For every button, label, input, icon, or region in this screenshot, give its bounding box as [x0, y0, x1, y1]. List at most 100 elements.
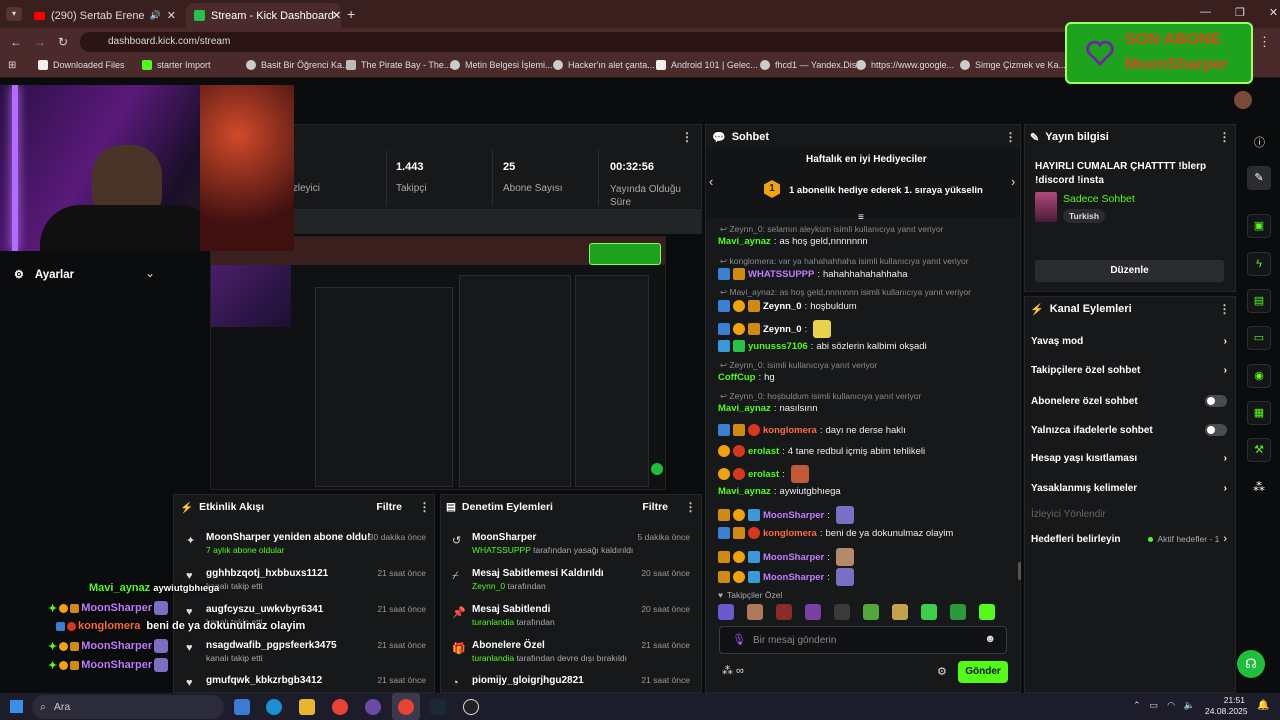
action-followers-only[interactable]: Takipçilere özel sohbet ›: [1031, 365, 1227, 376]
emoji-icon[interactable]: ☻: [984, 633, 996, 645]
chat-message[interactable]: Zeynn_0: hoşbuldum: [718, 300, 857, 312]
send-button[interactable]: Gönder: [958, 661, 1008, 683]
chat-message[interactable]: WHATSSUPPP: hahahhahahahhaha: [718, 268, 908, 280]
chat-message[interactable]: Mavi_aynaz: as hoş geld,nnnnnnn: [718, 236, 868, 247]
close-icon[interactable]: ✕: [332, 9, 341, 22]
media-icon[interactable]: ▦: [1247, 401, 1271, 425]
chat-settings-icon[interactable]: ⚙: [937, 665, 947, 678]
mic-icon[interactable]: 🎙: [732, 633, 746, 646]
chat-icon[interactable]: ▭: [1247, 326, 1271, 350]
bolt-icon[interactable]: ϟ: [1247, 252, 1271, 276]
apps-grid-icon[interactable]: ⊞: [8, 60, 16, 71]
chat-message[interactable]: MoonSharper:: [718, 548, 854, 566]
chat-menu-icon[interactable]: ⋮: [1004, 130, 1017, 144]
bookmark[interactable]: Simge Çizmek ve Ka...: [960, 60, 1066, 70]
file-explorer-icon[interactable]: [299, 699, 315, 715]
capture-icon[interactable]: ▣: [1247, 214, 1271, 238]
action-account-age[interactable]: Hesap yaşı kısıtlaması ›: [1031, 453, 1227, 464]
battery-icon[interactable]: ▭: [1150, 700, 1159, 711]
bookmark[interactable]: https://www.google...: [856, 60, 954, 70]
steam-icon[interactable]: [430, 699, 446, 715]
moderation-item[interactable]: 📌 Mesaj Sabitlendi turanlandia tarafından 2…: [442, 600, 698, 636]
notification-icon[interactable]: 🔔: [1257, 700, 1269, 711]
chat-message[interactable]: MoonSharper:: [718, 506, 854, 524]
action-redirect-viewers[interactable]: İzleyici Yönlendir: [1031, 509, 1106, 520]
action-banned-words[interactable]: Yasaklanmış kelimeler ›: [1031, 483, 1227, 494]
wifi-icon[interactable]: ◠: [1167, 700, 1175, 711]
subs-only-toggle[interactable]: [1205, 395, 1227, 407]
chat-message[interactable]: erolast:4 tane redbul içmiş abim tehlike…: [718, 445, 925, 457]
bookmark[interactable]: Android 101 | Gelec...: [656, 60, 758, 70]
avatar[interactable]: [1234, 91, 1252, 109]
action-emote-only[interactable]: Yalnızca ifadelerle sohbet: [1031, 424, 1227, 436]
taskbar-search[interactable]: ⌕ Ara: [32, 695, 224, 719]
chat-username[interactable]: konglomera: [763, 528, 817, 539]
action-set-goals[interactable]: Hedefleri belirleyin Aktif hedefler - 1 ›: [1031, 533, 1227, 545]
activity-item[interactable]: ♥ gmufqwk_kbkzrbgb3412 21 saat önce: [176, 671, 434, 691]
chat-message[interactable]: erolast:: [718, 465, 809, 483]
close-icon[interactable]: ✕: [167, 9, 176, 22]
bookmark[interactable]: Metin Belgesi İşlemi...: [450, 60, 553, 70]
emote-icon[interactable]: [979, 604, 995, 620]
chat-message[interactable]: konglomera: dayı ne derse haklı: [718, 424, 906, 436]
bookmark[interactable]: Basit Bir Öğrenci Ka...: [246, 60, 350, 70]
activity-item[interactable]: ♥ nsagdwafib_pgpsfeerk3475 kanalı takip et…: [176, 636, 434, 672]
chat-username[interactable]: MoonSharper: [763, 552, 824, 563]
obs-icon[interactable]: [463, 699, 479, 715]
url-input[interactable]: dashboard.kick.com/stream: [80, 32, 1080, 52]
chat-message[interactable]: Zeynn_0:: [718, 320, 832, 338]
chat-username[interactable]: MoonSharper: [763, 510, 824, 521]
chrome-icon[interactable]: [332, 699, 348, 715]
chat-username[interactable]: konglomera: [763, 425, 817, 436]
tab-search-button[interactable]: ▾: [6, 7, 22, 21]
emote-icon[interactable]: [718, 604, 734, 620]
moderation-filter-button[interactable]: Filtre: [642, 501, 668, 513]
stream-category[interactable]: Sadece Sohbet: [1063, 193, 1135, 205]
chat-username[interactable]: Zeynn_0: [763, 301, 802, 312]
chat-message[interactable]: Mavi_aynaz: aywiutgbhıega: [718, 486, 841, 497]
bookmark[interactable]: fhcd1 — Yandex.Disk: [760, 60, 861, 70]
info-icon[interactable]: ⓘ: [1254, 134, 1265, 150]
stream-preview[interactable]: [210, 236, 666, 490]
chrome-active-icon[interactable]: [398, 699, 414, 715]
stream-info-menu-icon[interactable]: ⋮: [1218, 130, 1231, 144]
emote-icon[interactable]: [805, 604, 821, 620]
chat-message[interactable]: yunusss7106: abi sözlerin kalbimi okşadi: [718, 340, 927, 352]
chat-username[interactable]: yunusss7106: [748, 341, 808, 352]
tab-youtube[interactable]: (290) Sertab Erener - Bir Ça 🔊 ✕: [26, 3, 184, 28]
chat-message[interactable]: Mavi_aynaz: nasılsınn: [718, 403, 817, 414]
edge-icon[interactable]: [266, 699, 282, 715]
tab-kick-dashboard[interactable]: Stream - Kick Dashboard ✕: [186, 3, 341, 28]
bookmark[interactable]: The Pirate Bay - The...: [346, 60, 451, 70]
bookmark[interactable]: Downloaded Files: [38, 60, 125, 70]
moderation-item[interactable]: 🎁 Abonelere Özel turanlandia tarafından de…: [442, 636, 698, 672]
chevron-left-icon[interactable]: ‹: [709, 174, 713, 189]
browser-menu-icon[interactable]: ⋮: [1258, 34, 1271, 50]
kick-logo-icon[interactable]: ⁂: [1253, 480, 1265, 494]
action-slow-mode[interactable]: Yavaş mod ›: [1031, 336, 1227, 347]
kick-points-icon[interactable]: ⁂ ∞: [722, 664, 744, 677]
taskbar-clock[interactable]: 21:51 24.08.2025: [1205, 695, 1248, 717]
activity-filter-button[interactable]: Filtre: [376, 501, 402, 513]
chat-username[interactable]: MoonSharper: [763, 572, 824, 583]
action-subs-only[interactable]: Abonelere özel sohbet: [1031, 395, 1227, 407]
activity-item[interactable]: ✦ MoonSharper yeniden abone oldu! 7 aylık …: [176, 528, 434, 564]
channel-actions-menu-icon[interactable]: ⋮: [1218, 302, 1231, 316]
emote-icon[interactable]: [776, 604, 792, 620]
emote-icon[interactable]: [921, 604, 937, 620]
chat-username[interactable]: Zeynn_0: [763, 324, 802, 335]
sidebar-item-settings[interactable]: ⚙ Ayarlar: [14, 268, 74, 282]
moderation-item[interactable]: ↺ MoonSharper WHATSSUPPP tarafından yasağı…: [442, 528, 698, 564]
wrench-icon[interactable]: ⚒: [1247, 438, 1271, 462]
chat-username[interactable]: WHATSSUPPP: [748, 269, 814, 280]
chat-username[interactable]: erolast: [748, 469, 779, 480]
chat-username[interactable]: Mavi_aynaz: [718, 486, 771, 497]
back-icon[interactable]: ←: [10, 35, 22, 49]
moderation-menu-icon[interactable]: ⋮: [684, 500, 697, 514]
broadcast-icon[interactable]: ◉: [1247, 364, 1271, 388]
edit-icon[interactable]: ✎: [1247, 166, 1271, 190]
emote-icon[interactable]: [747, 604, 763, 620]
maximize-icon[interactable]: ❐: [1235, 6, 1245, 19]
speaker-icon[interactable]: 🔊: [150, 10, 161, 21]
emote-icon[interactable]: [863, 604, 879, 620]
